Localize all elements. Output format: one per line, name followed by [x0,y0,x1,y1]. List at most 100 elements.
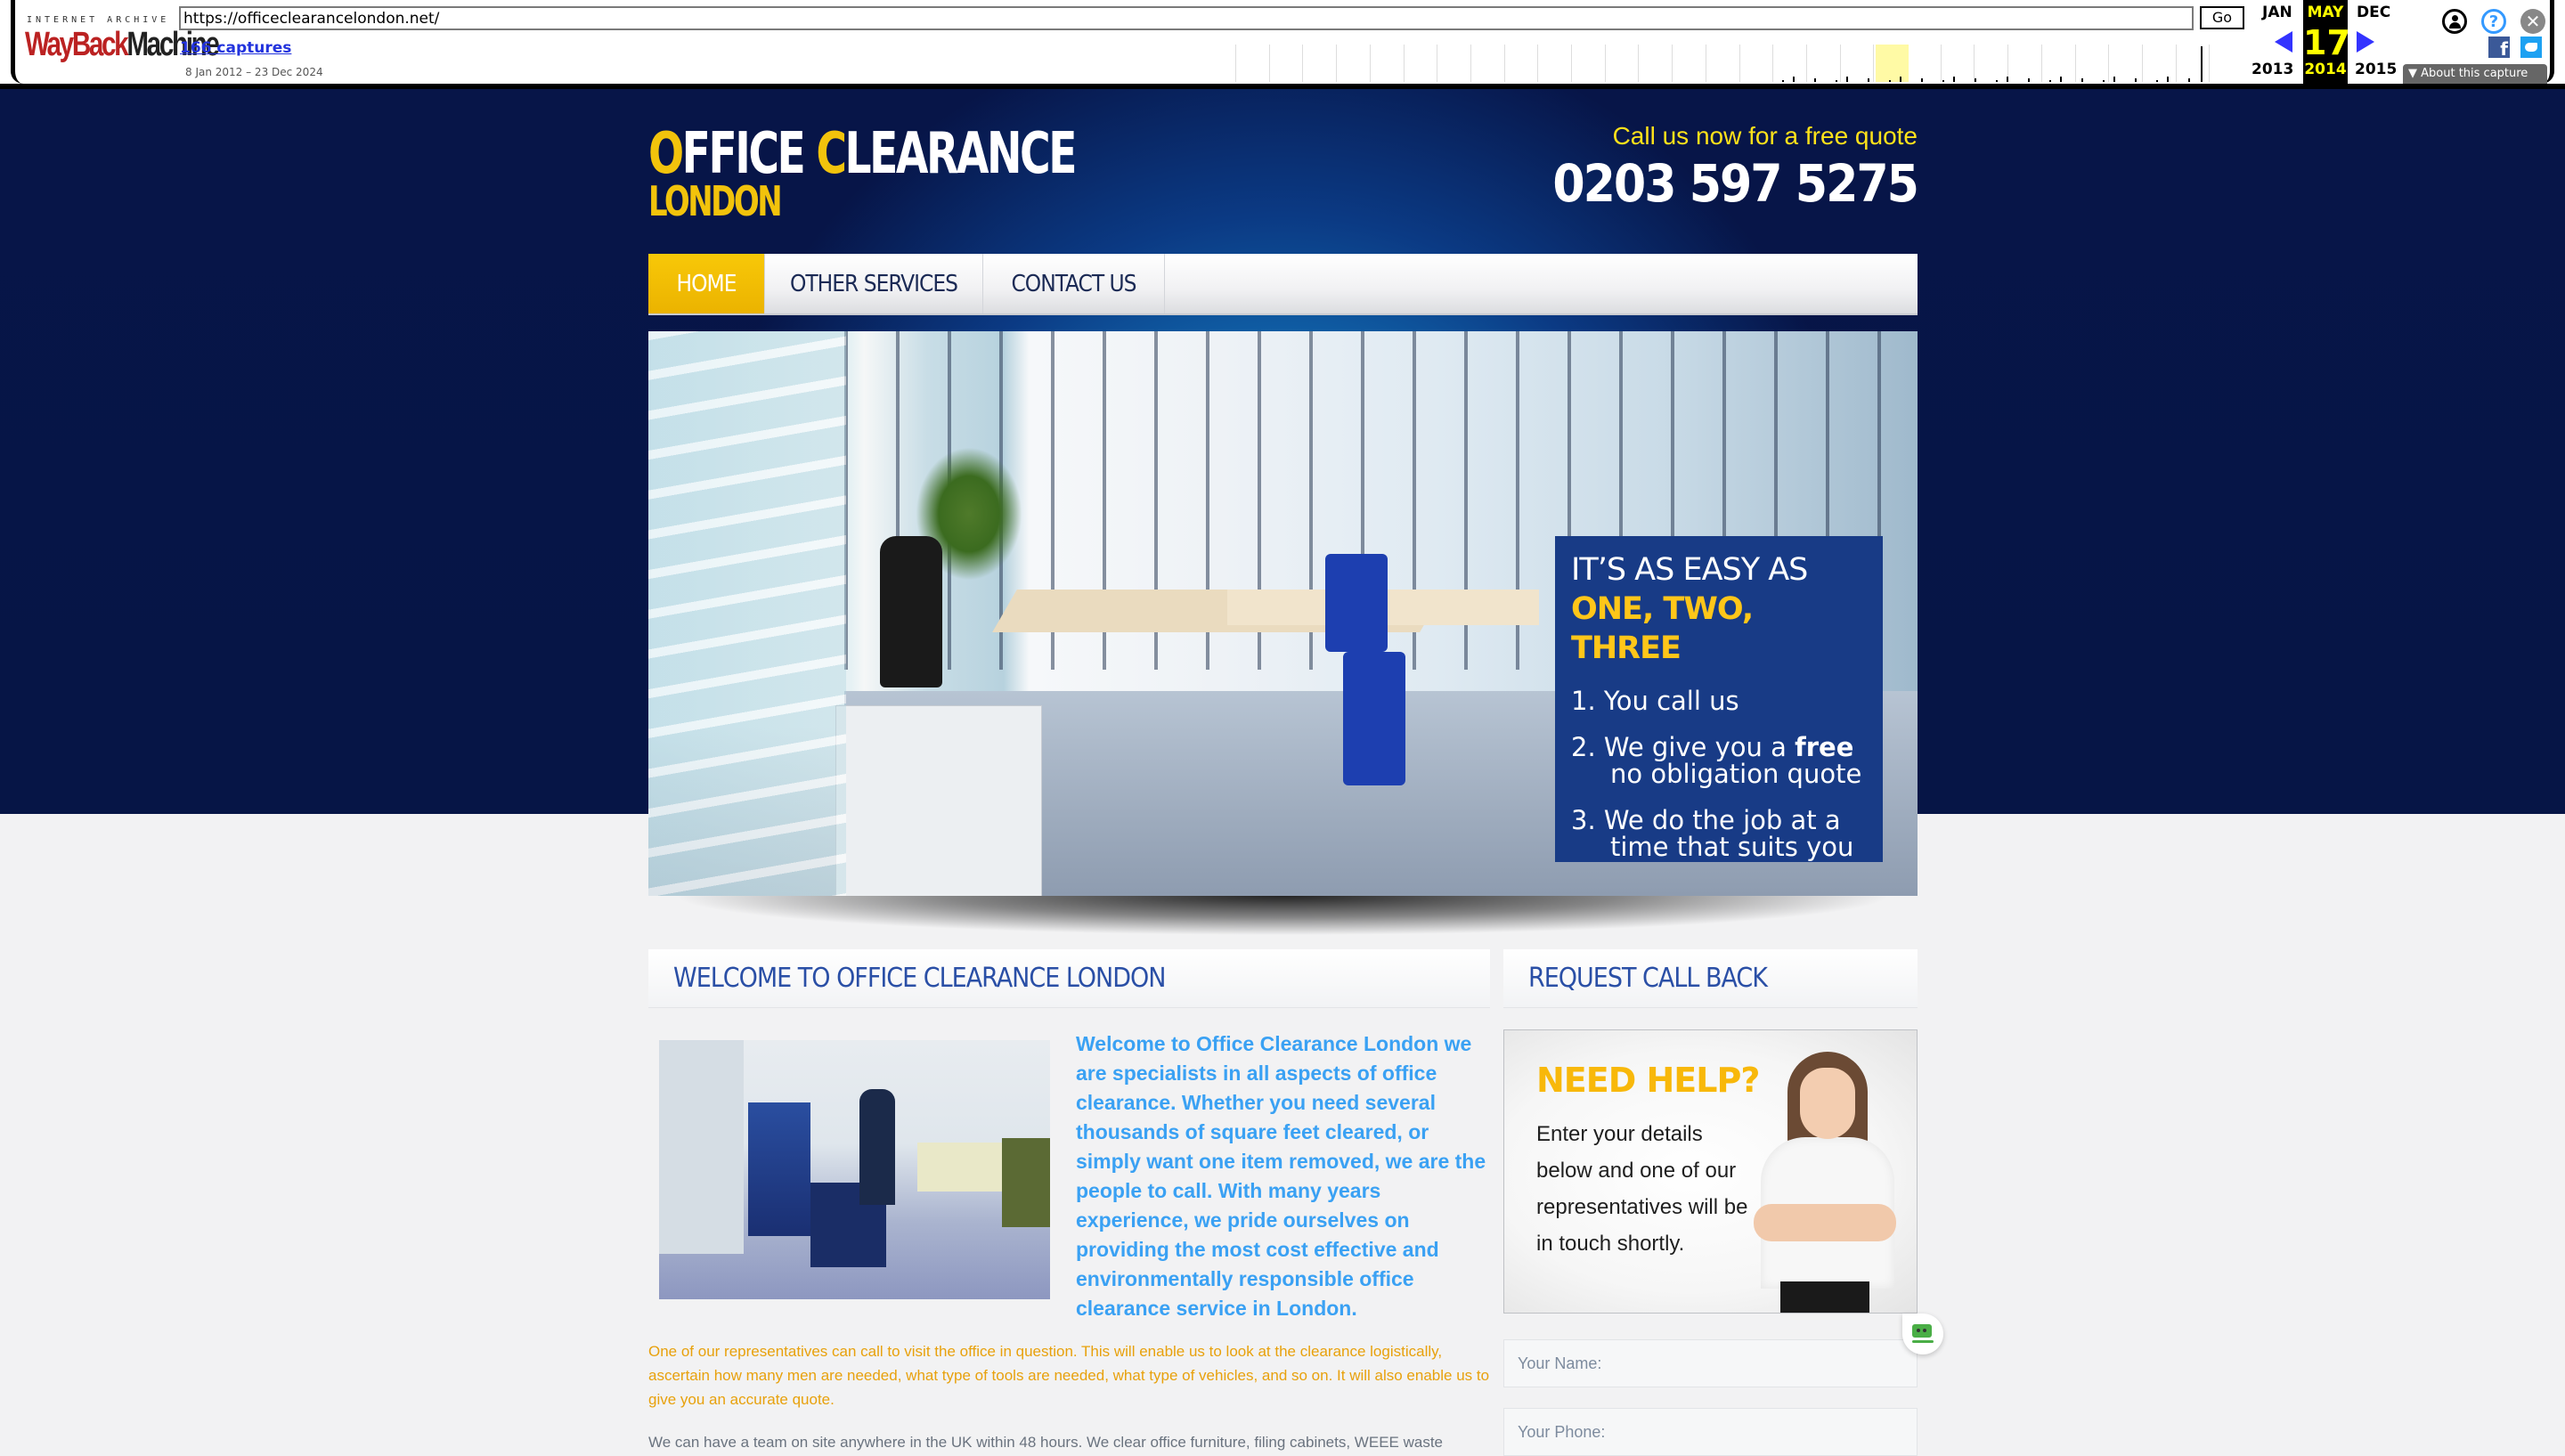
facebook-icon[interactable]: f [2488,37,2510,58]
current-year: 2014 [2304,61,2347,78]
sparkline-bar [1793,77,1795,82]
current-capture-date: MAY 17 2014 [2303,0,2350,84]
sparkline-current-year-highlight [1876,45,1910,82]
sparkline-year-divider [1974,45,1975,82]
steps-list: 1. You call us 2. We give you a free no … [1571,687,1867,860]
sparkline-bar [1900,77,1901,82]
your-name-input[interactable] [1503,1339,1918,1387]
sparkline-year-divider [1672,45,1673,82]
sparkline-year-divider [2175,45,2177,82]
prev-capture-arrow-icon[interactable] [2275,31,2292,53]
captures-link[interactable]: 166 captures [180,39,291,57]
sparkline-bar [1996,80,1998,82]
sparkline-bar [1942,80,1944,82]
step-item: 1. You call us [1571,687,1867,714]
photo-desk-screen [917,1143,1006,1192]
sparkline-bar [1953,77,1955,82]
agent-skirt [1780,1281,1869,1313]
step-text: no obligation quote [1610,759,1862,789]
sparkline-year-divider [1873,45,1875,82]
step-item: 2. We give you a free no obligation quot… [1571,734,1867,787]
agent-arms [1754,1204,1896,1241]
sparkline-year-divider [1369,45,1371,82]
easy-title: IT’S AS EASY AS [1571,552,1808,588]
your-phone-input[interactable] [1503,1408,1918,1456]
sparkline-year-divider [1738,45,1740,82]
sparkline-year-divider [1604,45,1606,82]
sparkline-bar [1975,78,1976,82]
photo-worker [859,1089,895,1205]
sparkline-year-divider [1336,45,1338,82]
sparkline-year-divider [1839,45,1841,82]
password-manager-widget[interactable] [1902,1314,1943,1354]
sparkline-bar [1921,78,1923,82]
capture-sparkline[interactable] [1235,45,2211,82]
sparkline-bar [2081,78,2083,82]
nav-home[interactable]: HOME [648,254,765,313]
sparkline-year-divider [1235,45,1236,82]
wayback-toolbar: INTERNET ARCHIVE WayBackMachine Go 166 c… [0,0,2565,89]
capture-date-range: 8 Jan 2012 – 23 Dec 2024 [185,66,323,78]
sparkline-year-divider [1940,45,1942,82]
sparkline-year-divider [1772,45,1774,82]
welcome-photo [659,1040,1050,1299]
photo-desk-screen [1002,1138,1050,1227]
sparkline-year-divider [1503,45,1505,82]
hero-blue-chair [1325,554,1388,652]
phone-number[interactable]: 0203 597 5275 [1552,153,1919,214]
sparkline-year-divider [1537,45,1539,82]
next-month-label[interactable]: DEC [2357,4,2390,21]
sparkline-year-divider [1805,45,1807,82]
nav-contact-us[interactable]: CONTACT US [983,254,1165,313]
user-icon[interactable] [2442,9,2467,34]
sparkline-bar [2113,77,2115,82]
sparkline-bar [1782,80,1784,82]
welcome-paragraph-2: We can have a team on site anywhere in t… [648,1434,1444,1451]
need-help-title: NEED HELP? [1536,1061,1760,1100]
sparkline-year-divider [2108,45,2110,82]
internet-archive-label: INTERNET ARCHIVE [27,15,170,25]
help-icon[interactable]: ? [2481,9,2506,34]
sparkline-bar [2049,80,2051,82]
sparkline-bar [2007,77,2008,82]
step-text: 3. We do the job at a time that suits yo… [1571,805,1854,862]
password-manager-icon [1912,1324,1932,1338]
wayback-url-input[interactable] [179,6,2194,30]
call-now-text: Call us now for a free quote [1612,122,1918,150]
hero-blue-chair [1343,652,1405,785]
go-button[interactable]: Go [2200,6,2244,29]
agent-face [1800,1068,1855,1139]
easy-steps-box: IT’S AS EASY AS ONE, TWO, THREE 1. You c… [1555,536,1883,862]
current-month: MAY [2307,4,2344,21]
easy-subtitle: ONE, TWO, THREE [1571,591,1754,666]
welcome-paragraph-1: One of our representatives can call to v… [648,1343,1490,1408]
password-manager-icon-line [1912,1340,1934,1343]
sparkline-bar [1868,78,1869,82]
sparkline-bar [1836,80,1837,82]
photo-wall [659,1040,744,1254]
site-logo[interactable]: OFFICE CLEARANCE LONDON [648,126,1168,222]
next-capture-arrow-icon[interactable] [2357,31,2374,53]
close-icon[interactable]: ✕ [2520,9,2545,34]
wayback-logo-red: WayBack [25,26,129,63]
prev-year-label[interactable]: 2013 [2252,61,2293,78]
sparkline-bar [2156,80,2158,82]
sparkline-bar [1846,77,1848,82]
sparkline-bar [2200,46,2203,82]
sparkline-year-divider [2141,45,2143,82]
logo-line-1: OFFICE CLEARANCE [648,126,1077,183]
step-text: 1. You call us [1571,686,1739,716]
hero-cabinet [835,705,1042,896]
prev-month-label[interactable]: JAN [2262,4,2292,21]
need-help-banner: NEED HELP? Enter your details below and … [1503,1029,1918,1314]
hero-banner: IT’S AS EASY AS ONE, TWO, THREE 1. You c… [648,331,1918,896]
sparkline-year-divider [1302,45,1304,82]
photo-crates [748,1102,810,1236]
twitter-icon[interactable] [2520,37,2542,58]
about-capture-button[interactable]: ▼ About this capture [2403,64,2547,84]
current-day: 17 [2303,23,2350,62]
nav-other-services[interactable]: OTHER SERVICES [765,254,983,313]
sparkline-bar [2028,78,2030,82]
next-year-label[interactable]: 2015 [2355,61,2397,78]
sparkline-year-divider [1470,45,1471,82]
